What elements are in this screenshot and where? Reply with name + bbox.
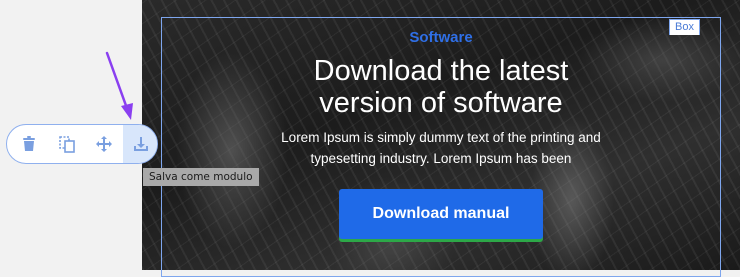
hero-body-line-2: typesetting industry. Lorem Ipsum has be… bbox=[310, 151, 572, 166]
annotation-arrow bbox=[105, 51, 133, 120]
tooltip: Salva come modulo bbox=[143, 168, 259, 186]
delete-block-button[interactable] bbox=[11, 125, 47, 163]
block-toolbar bbox=[6, 124, 158, 164]
save-as-module-button[interactable] bbox=[123, 125, 157, 163]
duplicate-icon bbox=[59, 136, 75, 153]
trash-icon bbox=[23, 136, 35, 151]
hero-body-text: Lorem Ipsum is simply dummy text of the … bbox=[262, 127, 620, 169]
hero-headline: Download the latest version of software bbox=[142, 55, 740, 119]
hero-headline-line-1: Download the latest bbox=[313, 55, 569, 87]
move-icon bbox=[96, 136, 112, 152]
hero-headline-line-2: version of software bbox=[319, 87, 563, 119]
duplicate-block-button[interactable] bbox=[49, 125, 85, 163]
save-download-icon bbox=[134, 137, 148, 151]
move-block-button[interactable] bbox=[86, 125, 122, 163]
hero-body-line-1: Lorem Ipsum is simply dummy text of the … bbox=[281, 130, 601, 145]
download-manual-button[interactable]: Download manual bbox=[339, 189, 543, 239]
hero-eyebrow: Software bbox=[409, 29, 473, 46]
